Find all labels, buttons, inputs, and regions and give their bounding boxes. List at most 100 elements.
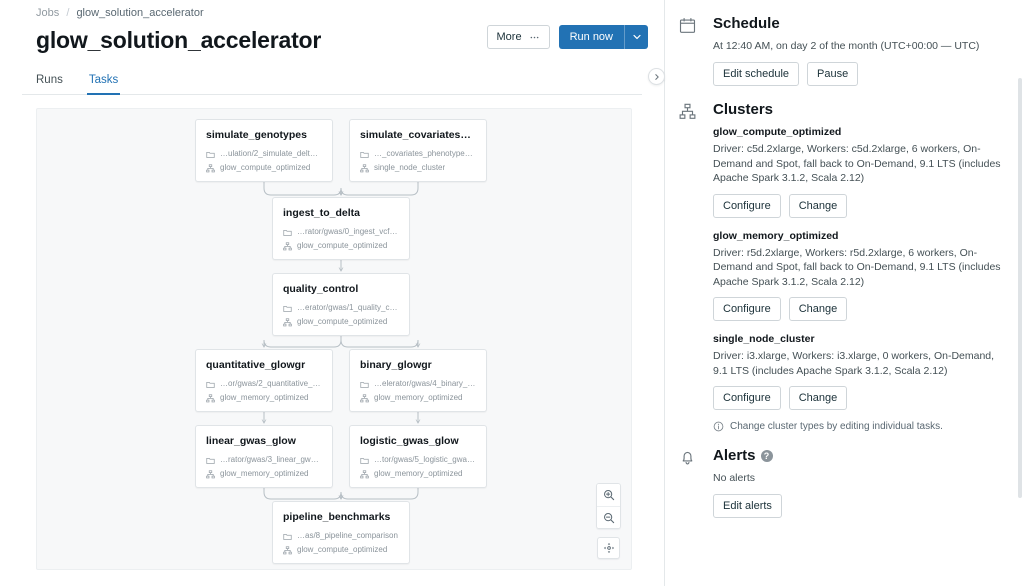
- task-node-quality-control[interactable]: quality_control …erator/gwas/1_quality_c…: [272, 273, 410, 336]
- collapse-sidebar-button[interactable]: [648, 68, 665, 85]
- more-button[interactable]: More: [486, 25, 550, 49]
- task-node-binary-glowgr[interactable]: binary_glowgr …elerator/gwas/4_binary_gl…: [349, 349, 487, 412]
- configure-cluster-button[interactable]: Configure: [713, 386, 781, 410]
- run-now-dropdown-button[interactable]: [624, 25, 648, 49]
- task-node-cluster-row: single_node_cluster: [360, 162, 476, 174]
- notebook-icon: [283, 229, 292, 236]
- task-node-cluster: glow_memory_optimized: [374, 469, 463, 478]
- more-button-label: More: [496, 31, 522, 43]
- run-now-button[interactable]: Run now: [558, 25, 624, 49]
- configure-label: Configure: [723, 199, 771, 212]
- cluster-actions: Configure Change: [713, 297, 1006, 321]
- task-node-path: …ulation/2_simulate_delta_pvcf: [220, 149, 322, 158]
- task-node-title: linear_gwas_glow: [206, 435, 296, 447]
- task-graph-canvas[interactable]: simulate_genotypes …ulation/2_simulate_d…: [36, 108, 632, 570]
- task-node-path-row: …as/8_pipeline_comparison: [283, 530, 399, 542]
- change-label: Change: [798, 392, 838, 404]
- task-node-path-row: …_covariates_phenotypes_offset: [360, 148, 476, 160]
- breadcrumb: Jobs / glow_solution_accelerator: [0, 0, 664, 20]
- task-node-ingest-to-delta[interactable]: ingest_to_delta …rator/gwas/0_ingest_vcf…: [272, 197, 410, 260]
- task-node-cluster-row: glow_memory_optimized: [206, 468, 322, 480]
- calendar-icon: [679, 17, 696, 33]
- job-details-sidebar: Schedule At 12:40 AM, on day 2 of the mo…: [664, 0, 1024, 586]
- schedule-body: Schedule At 12:40 AM, on day 2 of the mo…: [713, 14, 1006, 86]
- task-node-cluster-row: glow_compute_optimized: [283, 316, 399, 328]
- configure-cluster-button[interactable]: Configure: [713, 297, 781, 321]
- change-cluster-button[interactable]: Change: [788, 297, 848, 321]
- task-node-cluster: glow_compute_optimized: [297, 241, 388, 250]
- task-node-title: logistic_gwas_glow: [360, 435, 459, 447]
- task-node-title: pipeline_benchmarks: [283, 511, 391, 523]
- zoom-out-icon: [603, 512, 614, 523]
- breadcrumb-jobs-link[interactable]: Jobs: [36, 7, 59, 19]
- clusters-body: Clusters glow_compute_optimized Driver: …: [713, 100, 1006, 432]
- cluster-item-glow-memory-optimized: glow_memory_optimized Driver: r5d.2xlarg…: [713, 229, 1006, 321]
- task-node-cluster-row: glow_memory_optimized: [360, 468, 476, 480]
- alerts-actions: Edit alerts: [713, 494, 1006, 518]
- task-node-cluster-row: glow_memory_optimized: [206, 392, 322, 404]
- zoom-in-icon: [603, 490, 614, 501]
- edit-alerts-label: Edit alerts: [723, 500, 772, 512]
- tab-tasks[interactable]: Tasks: [86, 74, 121, 95]
- clusters-section: Clusters glow_compute_optimized Driver: …: [679, 100, 1006, 432]
- edit-alerts-button[interactable]: Edit alerts: [713, 494, 782, 518]
- edit-schedule-label: Edit schedule: [723, 68, 790, 80]
- cluster-name: glow_compute_optimized: [713, 126, 842, 138]
- task-node-cluster: glow_memory_optimized: [220, 393, 309, 402]
- zoom-out-button[interactable]: [597, 506, 620, 528]
- task-node-title: quantitative_glowgr: [206, 359, 306, 371]
- task-node-path: …rator/gwas/0_ingest_vcf2delta: [297, 227, 399, 236]
- configure-cluster-button[interactable]: Configure: [713, 193, 781, 218]
- task-node-path-row: …ulation/2_simulate_delta_pvcf: [206, 148, 322, 160]
- cluster-item-glow-compute-optimized: glow_compute_optimized Driver: c5d.2xlar…: [713, 125, 1006, 218]
- notebook-icon: [206, 381, 215, 388]
- task-node-path: …erator/gwas/1_quality_control: [297, 303, 399, 312]
- task-node-cluster: glow_memory_optimized: [374, 393, 463, 402]
- chevron-down-icon: [632, 34, 641, 40]
- configure-label: Configure: [723, 392, 771, 404]
- schedule-icon-wrap: [679, 14, 701, 86]
- task-node-linear-gwas-glow[interactable]: linear_gwas_glow …rator/gwas/3_linear_gw…: [195, 425, 333, 488]
- task-node-simulate-covariates-phenotypes[interactable]: simulate_covariates_phen… …_covariates_p…: [349, 119, 487, 182]
- job-detail-page: Jobs / glow_solution_accelerator glow_so…: [0, 0, 1024, 586]
- tab-bar: Runs Tasks: [22, 68, 642, 95]
- task-node-cluster-row: glow_compute_optimized: [206, 162, 322, 174]
- help-icon[interactable]: ?: [760, 450, 773, 462]
- fit-to-screen-button[interactable]: [597, 537, 620, 559]
- tab-runs[interactable]: Runs: [34, 74, 65, 95]
- task-node-path: …tor/gwas/5_logistic_gwas_glow: [374, 455, 476, 464]
- task-node-simulate-genotypes[interactable]: simulate_genotypes …ulation/2_simulate_d…: [195, 119, 333, 182]
- main-panel: Jobs / glow_solution_accelerator glow_so…: [0, 0, 665, 586]
- edit-schedule-button[interactable]: Edit schedule: [713, 62, 800, 86]
- notebook-icon: [360, 457, 369, 464]
- sidebar-scrollbar[interactable]: [1018, 78, 1022, 498]
- task-node-quantitative-glowgr[interactable]: quantitative_glowgr …or/gwas/2_quantitat…: [195, 349, 333, 412]
- task-node-cluster-row: glow_memory_optimized: [360, 392, 476, 404]
- ellipsis-icon: [530, 36, 539, 38]
- task-node-path-row: …rator/gwas/3_linear_gwas_glow: [206, 454, 322, 466]
- cluster-description: Driver: i3.xlarge, Workers: i3.xlarge, 0…: [713, 350, 995, 377]
- cluster-actions: Configure Change: [713, 193, 1006, 218]
- task-node-cluster: glow_compute_optimized: [297, 317, 388, 326]
- cluster-item-single-node-cluster: single_node_cluster Driver: i3.xlarge, W…: [713, 332, 1006, 410]
- task-node-title: ingest_to_delta: [283, 207, 361, 219]
- cluster-name: glow_memory_optimized: [713, 229, 839, 242]
- alerts-icon-wrap: [679, 446, 701, 518]
- schedule-description: At 12:40 AM, on day 2 of the month (UTC+…: [713, 40, 980, 52]
- run-now-button-group: Run now: [558, 25, 648, 49]
- zoom-in-button[interactable]: [597, 484, 620, 506]
- schedule-actions: Edit schedule Pause: [713, 62, 1006, 86]
- change-label: Change: [798, 199, 838, 212]
- task-node-title: binary_glowgr: [360, 359, 432, 371]
- task-graph-nodes: simulate_genotypes …ulation/2_simulate_d…: [37, 109, 631, 569]
- task-node-logistic-gwas-glow[interactable]: logistic_gwas_glow …tor/gwas/5_logistic_…: [349, 425, 487, 488]
- notebook-icon: [206, 457, 215, 464]
- alerts-title-row: Alerts ?: [713, 446, 1006, 466]
- cluster-icon: [206, 469, 215, 478]
- task-node-pipeline-benchmarks[interactable]: pipeline_benchmarks …as/8_pipeline_compa…: [272, 501, 410, 564]
- pause-schedule-button[interactable]: Pause: [807, 62, 859, 86]
- notebook-icon: [360, 381, 369, 388]
- task-node-title: simulate_genotypes: [206, 129, 307, 141]
- change-cluster-button[interactable]: Change: [788, 386, 848, 410]
- change-cluster-button[interactable]: Change: [788, 193, 848, 218]
